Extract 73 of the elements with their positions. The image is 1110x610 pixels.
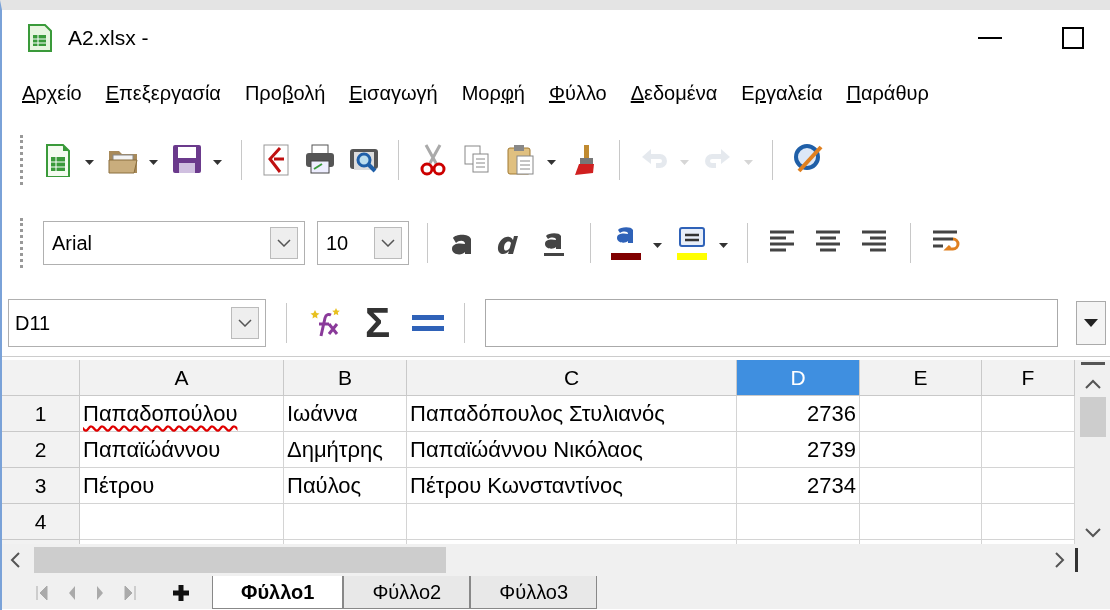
chevron-down-icon[interactable] [277, 238, 291, 247]
column-header[interactable]: E [860, 360, 982, 396]
horizontal-scrollbar[interactable] [2, 544, 1110, 576]
clipboard-icon[interactable] [505, 143, 557, 177]
column-header[interactable]: B [284, 360, 407, 396]
name-box[interactable]: D11 [8, 298, 266, 347]
scroll-right-icon[interactable] [1055, 552, 1065, 568]
sheet-tab[interactable]: Φύλλο2 [343, 576, 471, 609]
menu-item[interactable]: Επεξεργασία [105, 77, 221, 108]
column-header[interactable]: A [80, 360, 284, 396]
empty-cell[interactable] [860, 468, 982, 504]
font-color-icon[interactable] [609, 225, 663, 260]
table-cell: Παπαϊώάννου Νικόλαος [407, 432, 737, 468]
menu-item[interactable]: Φύλλο [548, 77, 607, 108]
sheet-tab[interactable]: Φύλλο3 [470, 576, 598, 609]
table-cell: Πέτρου [80, 468, 284, 504]
empty-cell[interactable] [860, 396, 982, 432]
chevron-down-icon[interactable] [238, 318, 252, 327]
row-header[interactable]: 3 [2, 468, 80, 504]
scroll-thumb[interactable] [34, 547, 446, 573]
table-cell: Παπαϊώάννου [80, 432, 284, 468]
font-size-field[interactable]: 10 [317, 220, 409, 265]
empty-cell[interactable] [284, 504, 407, 540]
row-header[interactable]: 4 [2, 504, 80, 540]
spreadsheet-icon [28, 23, 52, 52]
menu-item[interactable]: Προβολή [244, 77, 326, 108]
pdf-icon[interactable] [260, 143, 292, 177]
scroll-left-icon[interactable] [10, 552, 20, 568]
highlight-icon[interactable] [675, 225, 729, 260]
caret-icon [1084, 318, 1098, 327]
equals-icon[interactable] [412, 314, 445, 331]
row-header[interactable]: 1 [2, 396, 80, 432]
menu-item[interactable]: Παράθυρ [846, 77, 929, 108]
expand-formula-button[interactable] [1076, 300, 1106, 345]
table-cell: 2739 [737, 432, 860, 468]
table-cell: Δημήτρης [284, 432, 407, 468]
sum-button[interactable]: Σ [365, 301, 391, 344]
empty-cell[interactable] [860, 504, 982, 540]
maximize-icon[interactable] [1062, 26, 1084, 49]
menu-item[interactable]: Δεδομένα [630, 77, 718, 108]
sheet-tab[interactable]: Φύλλο1 [212, 576, 344, 609]
table-cell: Πέτρου Κωνσταντίνος [407, 468, 737, 504]
scroll-up-icon[interactable] [1084, 379, 1101, 389]
column-header[interactable]: F [982, 360, 1075, 396]
scroll-down-icon[interactable] [1084, 528, 1101, 538]
table-cell: 2736 [737, 396, 860, 432]
chevron-down-icon[interactable] [381, 238, 395, 247]
table-cell: Παπαδόπουλος Στυλιανός [407, 396, 737, 432]
table-cell: 2734 [737, 468, 860, 504]
corner-cell[interactable] [2, 360, 80, 396]
window-title: A2.xlsx - [68, 24, 149, 51]
column-header[interactable]: C [407, 360, 737, 396]
empty-cell[interactable] [737, 504, 860, 540]
menu-item[interactable]: Εισαγωγή [349, 77, 438, 108]
menu-item[interactable]: Αρχείο [22, 77, 82, 108]
toolbar-grip[interactable] [20, 217, 23, 268]
scroll-thumb[interactable] [1079, 397, 1106, 437]
empty-cell[interactable] [860, 432, 982, 468]
toolbar-grip[interactable] [20, 135, 23, 185]
split-handle[interactable] [1075, 548, 1078, 572]
menu-item[interactable]: Εργαλεία [741, 77, 823, 108]
formula-input[interactable] [485, 298, 1058, 347]
menu-item[interactable]: Μορφή [461, 77, 525, 108]
add-sheet-icon[interactable] [172, 583, 190, 602]
font-name-field[interactable]: Arial [43, 220, 305, 265]
table-cell: Παπαδοπούλου [80, 396, 284, 432]
printer-icon[interactable] [304, 143, 336, 177]
empty-cell[interactable] [407, 504, 737, 540]
spreadsheet-icon[interactable] [43, 143, 95, 177]
table-cell: Παύλος [284, 468, 407, 504]
vertical-scrollbar[interactable] [1075, 360, 1110, 544]
row-header[interactable]: 2 [2, 432, 80, 468]
table-cell: Ιωάννα [284, 396, 407, 432]
